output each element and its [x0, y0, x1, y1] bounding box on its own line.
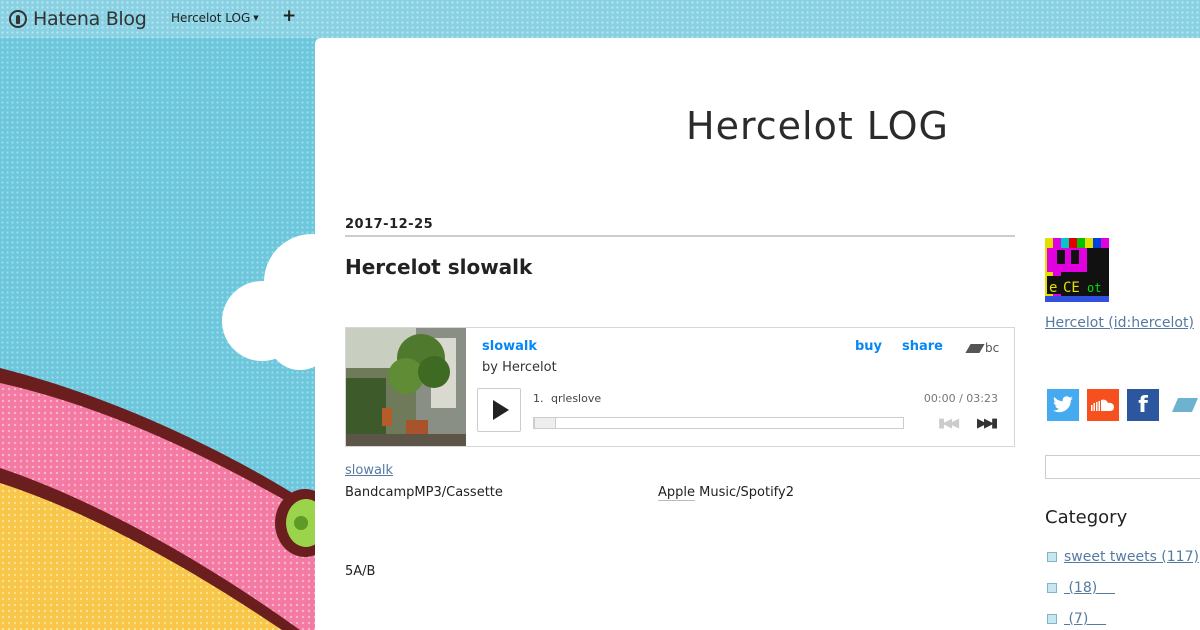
track-progress-bar[interactable] — [533, 417, 904, 429]
category-heading: Category — [1045, 507, 1128, 528]
hatena-top-bar: Hatena Blog Hercelot LOG ▼ + — [0, 0, 1200, 38]
progress-thumb[interactable] — [534, 417, 556, 429]
category-item[interactable]: (7) — [1047, 611, 1106, 627]
album-link[interactable]: slowalk — [345, 463, 393, 478]
entry-text-sides: 5A/B — [345, 564, 376, 579]
search-input[interactable] — [1045, 455, 1200, 479]
category-bullet-icon — [1047, 614, 1057, 624]
twitter-icon[interactable] — [1047, 389, 1079, 421]
next-track-icon[interactable]: ▶▶▮ — [977, 416, 998, 431]
hatena-blog-logo-text: Hatena Blog — [33, 8, 147, 30]
hatena-pen-icon — [9, 10, 27, 28]
entry-text-bandcamp: BandcampMP3/Cassette — [345, 485, 503, 500]
category-link[interactable]: sweet tweets (117) — [1064, 549, 1199, 565]
entry-text-streaming: Apple Music/Spotify2 — [658, 485, 794, 501]
player-album-title[interactable]: slowalk — [482, 339, 537, 354]
track-number: 1. — [533, 392, 544, 405]
hatena-bookmark-icon[interactable] — [1169, 389, 1200, 421]
category-item[interactable]: (18) — [1047, 580, 1115, 596]
category-bullet-icon — [1047, 552, 1057, 562]
album-cover-image[interactable] — [346, 328, 466, 446]
blog-switcher-dropdown[interactable]: Hercelot LOG ▼ — [171, 11, 259, 25]
entry-date[interactable]: 2017-12-25 — [345, 217, 433, 232]
svg-text:CE: CE — [1063, 280, 1080, 296]
apple-music-link[interactable]: Apple — [658, 485, 696, 501]
blog-switcher-label: Hercelot LOG — [171, 11, 251, 25]
bandcamp-player: slowalk by Hercelot buy share bc 1. qrle… — [345, 327, 1015, 447]
hatena-blog-logo[interactable]: Hatena Blog — [9, 6, 147, 32]
content-panel: Hercelot LOG 2017-12-25 Hercelot slowalk… — [315, 38, 1200, 630]
soundcloud-icon[interactable] — [1087, 389, 1119, 421]
share-link[interactable]: share — [902, 339, 943, 354]
player-artist[interactable]: by Hercelot — [482, 360, 557, 375]
caret-down-icon: ▼ — [253, 14, 259, 22]
entry-title[interactable]: Hercelot slowalk — [345, 255, 532, 279]
add-entry-button[interactable]: + — [282, 6, 296, 26]
track-name[interactable]: qrleslove — [551, 392, 601, 405]
bandcamp-logo[interactable]: bc — [965, 341, 1000, 355]
svg-text:e: e — [1049, 280, 1057, 296]
category-link[interactable]: (18) — [1064, 580, 1115, 596]
streaming-text-suffix: Music/Spotify2 — [695, 485, 794, 500]
facebook-icon[interactable]: f — [1127, 389, 1159, 421]
bandcamp-logo-text: bc — [985, 341, 1000, 355]
category-bullet-icon — [1047, 583, 1057, 593]
author-avatar[interactable]: e CE ot — [1045, 238, 1109, 302]
previous-track-icon[interactable]: ▮◀◀ — [938, 416, 959, 431]
background-illustration — [0, 38, 316, 630]
blog-title[interactable]: Hercelot LOG — [315, 104, 1200, 148]
date-divider — [345, 235, 1015, 237]
bandcamp-logo-icon — [965, 343, 985, 353]
track-time: 00:00 / 03:23 — [923, 392, 998, 405]
buy-link[interactable]: buy — [855, 339, 882, 354]
category-link[interactable]: (7) — [1064, 611, 1106, 627]
svg-text:ot: ot — [1087, 281, 1101, 295]
author-link[interactable]: Hercelot (id:hercelot) — [1045, 315, 1194, 331]
play-button[interactable] — [477, 388, 521, 432]
category-item[interactable]: sweet tweets (117) — [1047, 549, 1199, 565]
play-icon — [493, 400, 509, 420]
